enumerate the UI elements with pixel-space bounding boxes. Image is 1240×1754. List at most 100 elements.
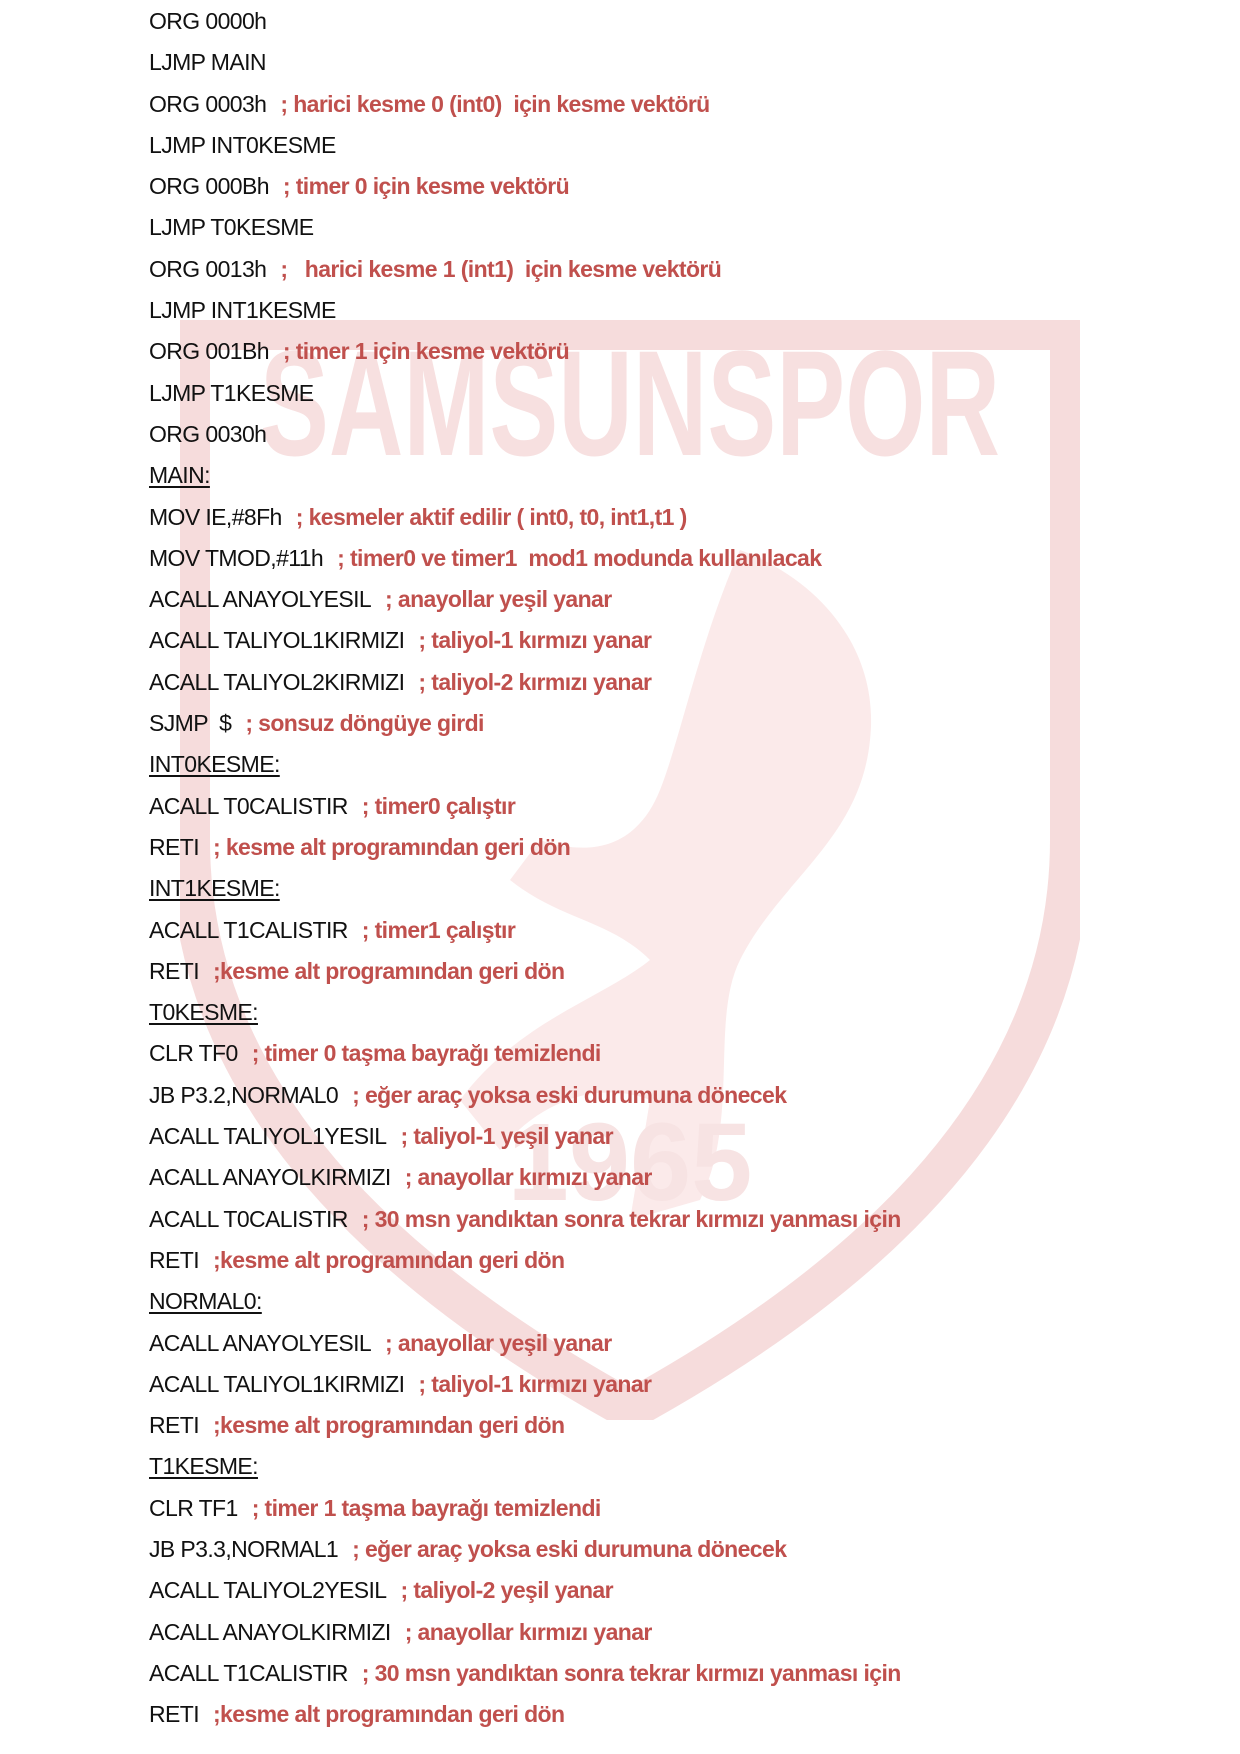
- instruction: CLR TF0: [149, 1040, 238, 1067]
- instruction: MOV IE,#8Fh: [149, 503, 282, 530]
- comment: ; timer 1 için kesme vektörü: [282, 338, 570, 365]
- instruction: ACALL TALIYOL1KIRMIZI: [149, 627, 405, 654]
- comment: ; timer 0 için kesme vektörü: [282, 173, 570, 200]
- instruction: ORG 0030h: [149, 420, 267, 447]
- comment: ; timer 0 taşma bayrağı temizlendi: [251, 1040, 602, 1067]
- instruction: RETI: [149, 1246, 200, 1273]
- code-line: ACALL TALIYOL2YESIL ; taliyol-2 yeşil yan…: [149, 1571, 901, 1612]
- comment: ; eğer araç yoksa eski durumuna dönecek: [352, 1535, 787, 1562]
- code-label: INT0KESME:: [149, 751, 280, 778]
- instruction: SJMP $: [149, 710, 232, 737]
- code-label: T1KESME:: [149, 1453, 259, 1480]
- code-line: RETI ;kesme alt programından geri dön: [149, 1241, 901, 1282]
- instruction: ORG 0000h: [149, 8, 267, 34]
- comment: ;kesme alt programından geri dön: [213, 1701, 565, 1728]
- comment: ; anayollar kırmızı yanar: [404, 1618, 653, 1645]
- instruction: ACALL T0CALISTIR: [149, 792, 348, 819]
- comment: ; sonsuz döngüye girdi: [245, 710, 484, 737]
- instruction: ACALL TALIYOL2YESIL: [149, 1577, 387, 1604]
- instruction: ACALL T1CALISTIR: [149, 916, 348, 943]
- instruction: ORG 0013h: [149, 255, 267, 282]
- code-line: ACALL ANAYOLKIRMIZI ; anayollar kırmızı y…: [149, 1613, 901, 1654]
- code-line: ORG 000Bh ; timer 0 için kesme vektörü: [149, 167, 901, 208]
- code-line: SJMP $ ; sonsuz döngüye girdi: [149, 704, 901, 745]
- instruction: RETI: [149, 957, 200, 984]
- comment: ; kesmeler aktif edilir ( int0, t0, int1…: [295, 503, 688, 530]
- code-line: RETI ;kesme alt programından geri dön: [149, 1406, 901, 1447]
- code-label-line: NORMAL0:: [149, 1282, 901, 1323]
- instruction: ACALL ANAYOLKIRMIZI: [149, 1164, 391, 1191]
- comment: ;kesme alt programından geri dön: [213, 1412, 565, 1439]
- instruction: JB P3.2,NORMAL0: [149, 1081, 339, 1108]
- instruction: LJMP INT1KESME: [149, 297, 336, 324]
- comment: ; harici kesme 1 (int1) için kesme vektö…: [280, 255, 722, 282]
- instruction: ORG 001Bh: [149, 338, 269, 365]
- instruction: ACALL TALIYOL1YESIL: [149, 1123, 387, 1150]
- code-line: CLR TF0 ; timer 0 taşma bayrağı temizlend…: [149, 1034, 901, 1075]
- comment: ; timer1 çalıştır: [361, 916, 516, 943]
- comment: ; harici kesme 0 (int0) için kesme vektö…: [280, 90, 710, 117]
- instruction: ORG 0003h: [149, 90, 267, 117]
- comment: ; anayollar kırmızı yanar: [404, 1164, 653, 1191]
- code-line: LJMP INT1KESME: [149, 291, 901, 332]
- comment: ; 30 msn yandıktan sonra tekrar kırmızı …: [361, 1659, 902, 1686]
- code-line: ACALL TALIYOL1KIRMIZI ; taliyol-1 kırmızı…: [149, 1365, 901, 1406]
- instruction: ORG 000Bh: [149, 173, 269, 200]
- code-label-line: T1KESME:: [149, 1447, 901, 1488]
- comment: ; 30 msn yandıktan sonra tekrar kırmızı …: [361, 1205, 902, 1232]
- instruction: JB P3.3,NORMAL1: [149, 1535, 339, 1562]
- code-line: LJMP INT0KESME: [149, 126, 901, 167]
- comment: ;kesme alt programından geri dön: [213, 957, 565, 984]
- code-label: MAIN:: [149, 462, 210, 489]
- code-line: JB P3.2,NORMAL0 ; eğer araç yoksa eski du…: [149, 1076, 901, 1117]
- code-line: LJMP T0KESME: [149, 208, 901, 249]
- code-label-line: INT0KESME:: [149, 745, 901, 786]
- code-line: ACALL ANAYOLKIRMIZI ; anayollar kırmızı y…: [149, 1158, 901, 1199]
- code-label-line: INT1KESME:: [149, 869, 901, 910]
- instruction: RETI: [149, 1701, 200, 1728]
- instruction: MOV TMOD,#11h: [149, 544, 324, 571]
- code-label-line: MAIN:: [149, 456, 901, 497]
- code-line: ORG 001Bh ; timer 1 için kesme vektörü: [149, 332, 901, 373]
- instruction: ACALL TALIYOL1KIRMIZI: [149, 1370, 405, 1397]
- instruction: CLR TF1: [149, 1494, 238, 1521]
- instruction: LJMP T1KESME: [149, 379, 314, 406]
- code-line: JB P3.3,NORMAL1 ; eğer araç yoksa eski du…: [149, 1530, 901, 1571]
- code-line: ACALL TALIYOL2KIRMIZI ; taliyol-2 kırmızı…: [149, 663, 901, 704]
- code-line: RETI ; kesme alt programından geri dön: [149, 828, 901, 869]
- comment: ; timer0 ve timer1 mod1 modunda kullanıl…: [337, 544, 822, 571]
- code-label: T0KESME:: [149, 999, 259, 1026]
- code-line: RETI ;kesme alt programından geri dön: [149, 952, 901, 993]
- instruction: RETI: [149, 833, 200, 860]
- comment: ; timer0 çalıştır: [361, 792, 516, 819]
- instruction: ACALL T0CALISTIR: [149, 1205, 348, 1232]
- code-line: ACALL TALIYOL1YESIL ; taliyol-1 yeşil yan…: [149, 1117, 901, 1158]
- comment: ; taliyol-2 yeşil yanar: [400, 1577, 613, 1604]
- code-line: ACALL ANAYOLYESIL ; anayollar yeşil yanar: [149, 1324, 901, 1365]
- code-line: CLR TF1 ; timer 1 taşma bayrağı temizlend…: [149, 1489, 901, 1530]
- comment: ; eğer araç yoksa eski durumuna dönecek: [352, 1081, 787, 1108]
- comment: ; taliyol-2 kırmızı yanar: [418, 668, 652, 695]
- code-line: ORG 0000h: [149, 2, 901, 43]
- instruction: ACALL T1CALISTIR: [149, 1659, 348, 1686]
- code-line: ACALL T0CALISTIR ; 30 msn yandıktan sonra…: [149, 1200, 901, 1241]
- comment: ; taliyol-1 kırmızı yanar: [418, 627, 652, 654]
- code-line: ACALL ANAYOLYESIL ; anayollar yeşil yanar: [149, 580, 901, 621]
- code-line: MOV IE,#8Fh ; kesmeler aktif edilir ( int…: [149, 498, 901, 539]
- code-line: RETI ;kesme alt programından geri dön: [149, 1695, 901, 1736]
- comment: ; kesme alt programından geri dön: [213, 833, 571, 860]
- instruction: ACALL TALIYOL2KIRMIZI: [149, 668, 405, 695]
- code-label: NORMAL0:: [149, 1288, 262, 1315]
- instruction: LJMP MAIN: [149, 49, 266, 76]
- comment: ; timer 1 taşma bayrağı temizlendi: [251, 1494, 602, 1521]
- code-label-line: T0KESME:: [149, 993, 901, 1034]
- code-line: ORG 0030h: [149, 415, 901, 456]
- instruction: ACALL ANAYOLYESIL: [149, 586, 372, 613]
- code-line: ACALL T1CALISTIR ; 30 msn yandıktan sonra…: [149, 1654, 901, 1695]
- instruction: ACALL ANAYOLKIRMIZI: [149, 1618, 391, 1645]
- instruction: LJMP INT0KESME: [149, 131, 336, 158]
- comment: ; anayollar yeşil yanar: [385, 1329, 612, 1356]
- comment: ; anayollar yeşil yanar: [385, 586, 612, 613]
- code-line: ORG 0013h ; harici kesme 1 (int1) için ke…: [149, 250, 901, 291]
- code-line: LJMP T1KESME: [149, 374, 901, 415]
